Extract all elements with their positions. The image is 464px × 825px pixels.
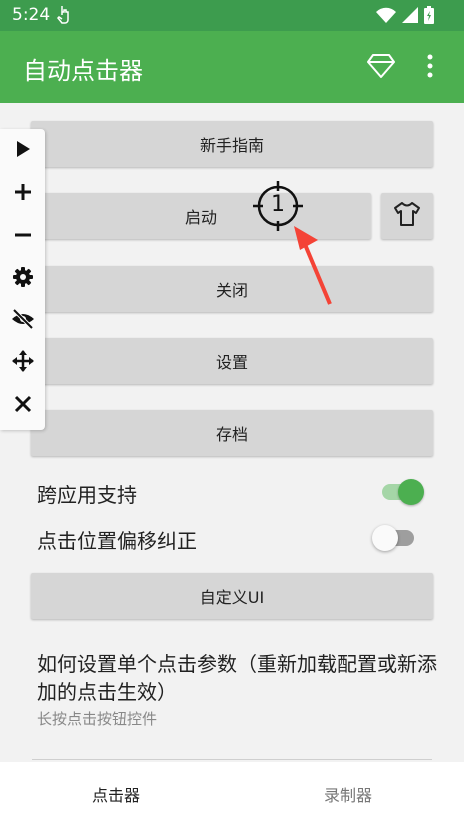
premium-diamond-icon[interactable] [366,53,396,83]
close-button[interactable]: 关闭 [31,266,433,312]
minus-icon [13,225,33,249]
more-options-icon[interactable] [425,53,435,83]
offset-correction-label: 点击位置偏移纠正 [37,529,197,553]
add-point-button[interactable] [0,174,45,214]
battery-icon [424,6,434,28]
float-settings-button[interactable] [0,259,45,299]
toggle-thumb [398,479,424,505]
remove-point-button[interactable] [0,217,45,257]
plus-icon [13,182,33,206]
help-title: 如何设置单个点击参数（重新加载配置或新添加的点击生效） [37,652,437,704]
play-icon [14,139,32,163]
gear-icon [12,266,34,292]
tshirt-icon [393,201,421,231]
cross-app-support-toggle[interactable] [382,479,426,505]
eye-off-icon [11,308,35,333]
floating-control-bar [0,129,45,430]
click-target-number: 1 [271,192,285,217]
divider [32,759,432,760]
hide-button[interactable] [0,301,45,341]
cross-app-support-label: 跨应用支持 [37,483,137,507]
pointer-arrow-icon [294,226,332,305]
play-button[interactable] [0,131,45,171]
status-bar: 5:24 [0,0,464,31]
save-button[interactable]: 存档 [31,410,433,456]
guide-button[interactable]: 新手指南 [31,121,433,167]
move-button[interactable] [0,343,45,383]
bottom-navigation: 点击器 录制器 [0,762,464,825]
custom-ui-button[interactable]: 自定义UI [31,573,433,619]
app-title: 自动点击器 [23,57,143,85]
help-subtitle: 长按点击按钮控件 [37,710,158,728]
wifi-icon [376,7,396,27]
settings-button[interactable]: 设置 [31,338,433,384]
offset-correction-toggle[interactable] [372,525,416,551]
signal-icon [402,7,418,27]
exit-button[interactable] [0,386,45,426]
skin-button[interactable] [381,193,433,239]
move-arrows-icon [11,350,34,376]
app-bar: 自动点击器 [0,31,464,103]
tab-recorder[interactable]: 录制器 [232,762,464,825]
tab-clicker[interactable]: 点击器 [0,762,232,825]
toggle-thumb [372,525,398,551]
status-time: 5:24 [12,5,51,25]
touch-indicator-icon [56,4,72,28]
status-icons [376,6,434,28]
close-icon [13,394,33,418]
